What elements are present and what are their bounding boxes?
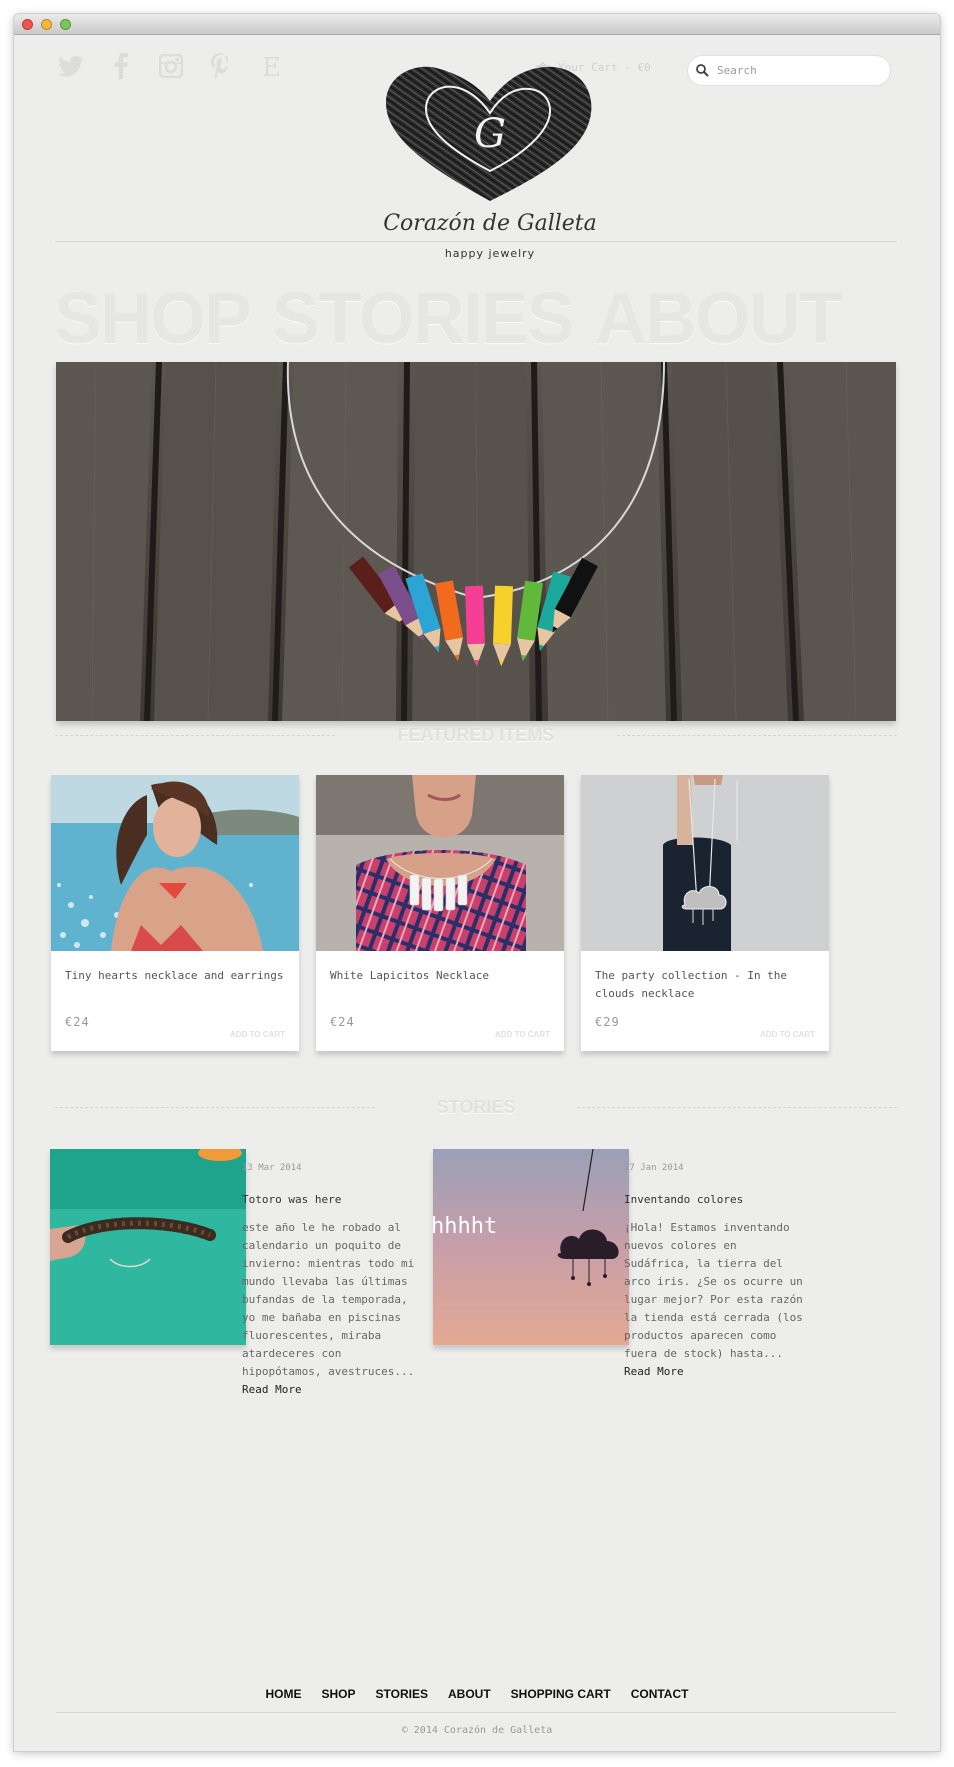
footer-link-shopping-cart[interactable]: SHOPPING CART	[511, 1687, 611, 1701]
page: E Your Cart - €0 Search G Corazón de Gal…	[14, 35, 940, 1751]
nav-stories[interactable]: STORIES	[272, 283, 575, 355]
product-name[interactable]: Tiny hearts necklace and earrings	[65, 967, 285, 985]
read-more-link[interactable]: Read More	[624, 1365, 684, 1378]
product-price: €29	[595, 1015, 620, 1029]
product-photo[interactable]	[581, 775, 829, 951]
hero-banner-image[interactable]	[56, 362, 896, 721]
story-image[interactable]	[50, 1149, 246, 1345]
svg-text:G: G	[474, 111, 506, 157]
minimize-window-button[interactable]	[41, 19, 52, 30]
facebook-icon[interactable]	[108, 53, 134, 79]
social-links: E	[58, 53, 284, 79]
copyright: © 2014 Corazón de Galleta	[401, 1725, 553, 1736]
footer-link-contact[interactable]: CONTACT	[631, 1687, 689, 1701]
story-date: 13 Mar 2014	[242, 1163, 302, 1173]
logo-tagline: happy jewelry	[444, 247, 536, 260]
story-date: 27 Jan 2014	[624, 1163, 684, 1173]
header-divider	[55, 241, 897, 242]
product-price: €24	[330, 1015, 355, 1029]
close-window-button[interactable]	[22, 19, 33, 30]
search-input[interactable]	[715, 63, 879, 78]
browser-window: E Your Cart - €0 Search G Corazón de Gal…	[14, 14, 940, 1751]
featured-title: FEATURED ITEMS	[397, 725, 555, 745]
product-name[interactable]: White Lapicitos Necklace	[330, 967, 550, 985]
product-card[interactable]: Tiny hearts necklace and earrings €24 AD…	[51, 775, 299, 1051]
footer-link-about[interactable]: ABOUT	[448, 1687, 491, 1701]
product-photo[interactable]	[51, 775, 299, 951]
footer-link-shop[interactable]: SHOP	[322, 1687, 356, 1701]
story-title[interactable]: Totoro was here	[242, 1193, 341, 1206]
story-excerpt: este año le he robado al calendario un p…	[242, 1219, 426, 1399]
main-nav: SHOP STORIES ABOUT	[54, 283, 843, 355]
stories-title: STORIES	[436, 1097, 516, 1117]
window-titlebar	[14, 14, 940, 35]
svg-text:hhhht: hhhht	[433, 1214, 497, 1239]
scribble-heart-icon: G	[386, 66, 592, 201]
footer-link-home[interactable]: HOME	[266, 1687, 302, 1701]
zoom-window-button[interactable]	[60, 19, 71, 30]
featured-heading: FEATURED ITEMS	[55, 725, 897, 745]
product-price: €24	[65, 1015, 90, 1029]
add-to-cart-button[interactable]: ADD TO CART	[230, 1030, 285, 1039]
logo-name: Corazón de Galleta	[383, 211, 597, 236]
product-card[interactable]: The party collection - In the clouds nec…	[581, 775, 829, 1051]
site-logo[interactable]: G Corazón de Galleta happy jewelry	[374, 63, 606, 260]
story-excerpt: ¡Hola! Estamos inventando nuevos colores…	[624, 1219, 808, 1381]
footer-nav: HOME SHOP STORIES ABOUT SHOPPING CART CO…	[14, 1687, 940, 1701]
product-card[interactable]: White Lapicitos Necklace €24 ADD TO CART	[316, 775, 564, 1051]
story-excerpt-text: este año le he robado al calendario un p…	[242, 1221, 415, 1378]
etsy-icon[interactable]: E	[258, 53, 284, 79]
twitter-icon[interactable]	[58, 53, 84, 79]
add-to-cart-button[interactable]: ADD TO CART	[495, 1030, 550, 1039]
story-excerpt-text: ¡Hola! Estamos inventando nuevos colores…	[624, 1221, 803, 1360]
svg-text:E: E	[262, 53, 281, 79]
stories-heading: STORIES	[55, 1097, 897, 1117]
search-icon	[696, 64, 709, 77]
read-more-link[interactable]: Read More	[242, 1383, 302, 1396]
search-box	[688, 56, 890, 85]
footer-link-stories[interactable]: STORIES	[376, 1687, 428, 1701]
product-photo[interactable]	[316, 775, 564, 951]
nav-shop[interactable]: SHOP	[54, 283, 252, 355]
story-image[interactable]: hhhht	[433, 1149, 629, 1345]
footer-divider	[55, 1712, 897, 1713]
nav-about[interactable]: ABOUT	[595, 283, 843, 355]
add-to-cart-button[interactable]: ADD TO CART	[760, 1030, 815, 1039]
story-title[interactable]: Inventando colores	[624, 1193, 743, 1206]
product-name[interactable]: The party collection - In the clouds nec…	[595, 967, 815, 1003]
pinterest-icon[interactable]	[208, 53, 234, 79]
instagram-icon[interactable]	[158, 53, 184, 79]
